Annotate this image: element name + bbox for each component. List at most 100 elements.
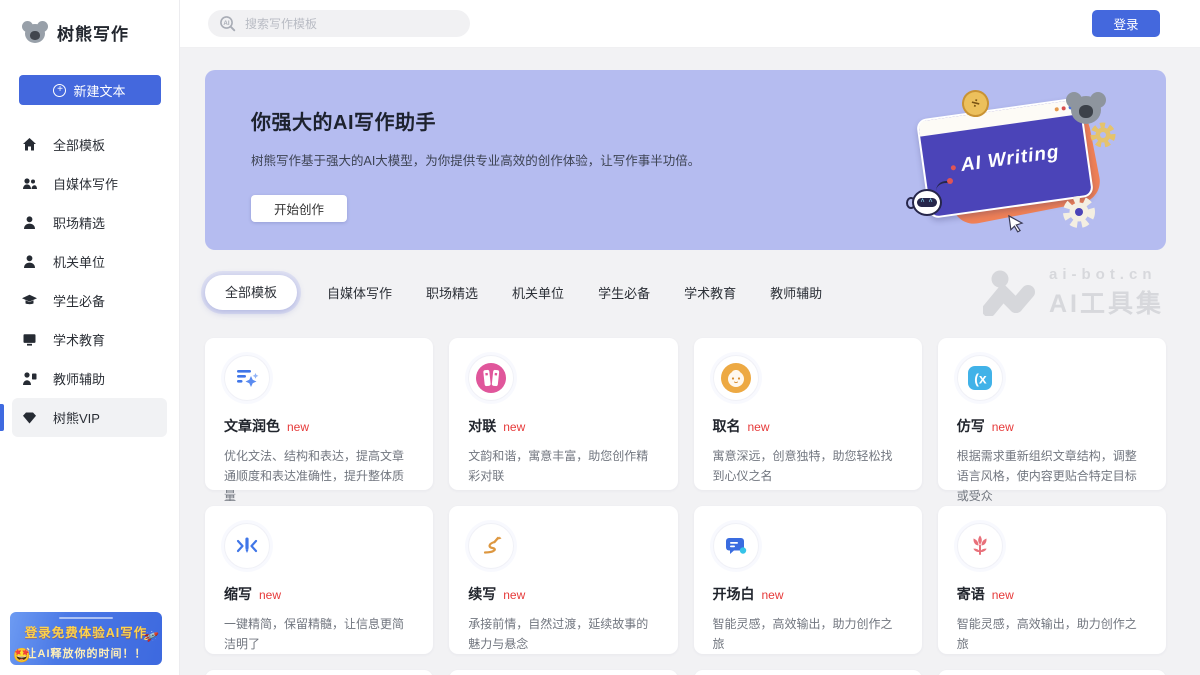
search-input[interactable] [245, 17, 445, 31]
plus-circle-icon: + [53, 84, 66, 97]
sidebar-item-all-templates[interactable]: 全部模板 [12, 125, 167, 164]
opening-icon [722, 532, 750, 560]
imitate-icon: (x [966, 364, 994, 392]
sidebar-item-label: 教师辅助 [53, 369, 105, 388]
watermark-title: AI工具集 [1049, 284, 1164, 320]
ai-magnifier-icon: AI [219, 15, 236, 32]
monitor-icon [22, 332, 37, 347]
new-badge: new [259, 588, 281, 602]
hero-banner: 你强大的AI写作助手 树熊写作基于强大的AI大模型，为你提供专业高效的创作体验，… [205, 70, 1166, 250]
sidebar-item-self-media[interactable]: 自媒体写作 [12, 164, 167, 203]
teacher-icon [22, 371, 37, 386]
card-description: 承接前情，自然过渡，延续故事的魅力与悬念 [468, 615, 658, 655]
users-icon [22, 176, 37, 191]
sidebar-item-label: 全部模板 [53, 135, 105, 154]
sidebar-item-label: 机关单位 [53, 252, 105, 271]
card-title: 缩写 [224, 584, 252, 604]
graduation-cap-icon [22, 293, 37, 308]
tab-teacher[interactable]: 教师辅助 [766, 283, 826, 302]
tab-workplace[interactable]: 职场精选 [422, 283, 482, 302]
new-badge: new [503, 420, 525, 434]
robot-icon: ˄ ˄ [908, 185, 944, 219]
main-area: AI 登录 你强大的AI写作助手 树熊写作基于强大的AI大模型，为你提供专业高效… [180, 0, 1200, 675]
sidebar-menu: 全部模板 自媒体写作 职场精选 机关单位 学生必备 学术教育 教师辅助 树熊V [0, 125, 179, 437]
tab-government[interactable]: 机关单位 [508, 283, 568, 302]
polish-icon [234, 365, 260, 391]
sidebar: 树熊写作 + 新建文本 全部模板 自媒体写作 职场精选 机关单位 学生必备 学术… [0, 0, 180, 675]
card-title: 对联 [468, 416, 496, 436]
sidebar-item-teacher[interactable]: 教师辅助 [12, 359, 167, 398]
tab-student[interactable]: 学生必备 [594, 283, 654, 302]
tab-self-media[interactable]: 自媒体写作 [323, 283, 396, 302]
person-icon [22, 215, 37, 230]
card-partial[interactable] [449, 670, 677, 675]
new-badge: new [992, 588, 1014, 602]
sidebar-item-workplace[interactable]: 职场精选 [12, 203, 167, 242]
card-title: 仿写 [957, 416, 985, 436]
login-button[interactable]: 登录 [1092, 10, 1160, 37]
sidebar-item-label: 学生必备 [53, 291, 105, 310]
card-description: 根据需求重新组织文章结构，调整语言风格，使内容更贴合特定目标或受众 [957, 447, 1147, 506]
card-imitate[interactable]: (x 仿写 new 根据需求重新组织文章结构，调整语言风格，使内容更贴合特定目标… [938, 338, 1166, 490]
gem-icon [22, 410, 37, 425]
koala-logo-icon [22, 21, 48, 45]
star-struck-emoji-icon: 🤩 [13, 647, 30, 664]
template-cards-grid: 文章润色 new 优化文法、结构和表达，提高文章通顺度和表达准确性，提升整体质量… [205, 338, 1166, 675]
content: 你强大的AI写作助手 树熊写作基于强大的AI大模型，为你提供专业高效的创作体验，… [180, 48, 1200, 675]
card-title: 文章润色 [224, 416, 280, 436]
sidebar-item-vip[interactable]: 树熊VIP [12, 398, 167, 437]
gear-icon [1058, 191, 1100, 233]
card-description: 文韵和谐，寓意丰富，助您创作精彩对联 [468, 447, 658, 487]
new-badge: new [762, 588, 784, 602]
tab-all-templates[interactable]: 全部模板 [205, 275, 297, 310]
tab-academic[interactable]: 学术教育 [680, 283, 740, 302]
sidebar-item-government[interactable]: 机关单位 [12, 242, 167, 281]
card-partial[interactable] [694, 670, 922, 675]
watermark: ai-bot.cn AI工具集 [983, 266, 1164, 320]
hero-illustration: AI Writing ÷ ˄ ˄ [914, 90, 1124, 235]
start-creating-button[interactable]: 开始创作 [251, 195, 347, 222]
card-opening[interactable]: 开场白 new 智能灵感，高效输出，助力创作之旅 [694, 506, 922, 654]
sidebar-item-student[interactable]: 学生必备 [12, 281, 167, 320]
card-title: 续写 [468, 584, 496, 604]
card-naming[interactable]: 取名 new 寓意深远，创意独特，助您轻松找到心仪之名 [694, 338, 922, 490]
sidebar-item-academic[interactable]: 学术教育 [12, 320, 167, 359]
card-couplet[interactable]: 对联 new 文韵和谐，寓意丰富，助您创作精彩对联 [449, 338, 677, 490]
card-abbreviate[interactable]: 缩写 new 一键精简，保留精髓，让信息更简洁明了 [205, 506, 433, 654]
card-title: 取名 [713, 416, 741, 436]
card-message[interactable]: 寄语 new 智能灵感，高效输出，助力创作之旅 [938, 506, 1166, 654]
topbar: AI 登录 [180, 0, 1200, 48]
new-badge: new [748, 420, 770, 434]
new-document-label: 新建文本 [73, 81, 125, 100]
promo-line2: 让AI释放你的时间！！ [10, 645, 162, 661]
continue-icon [478, 533, 504, 559]
card-partial[interactable] [938, 670, 1166, 675]
svg-text:AI: AI [223, 20, 229, 27]
watermark-domain: ai-bot.cn [1049, 266, 1164, 283]
new-badge: new [992, 420, 1014, 434]
new-badge: new [503, 588, 525, 602]
card-description: 一键精简，保留精髓，让信息更简洁明了 [224, 615, 414, 655]
card-title: 寄语 [957, 584, 985, 604]
login-promo-banner[interactable]: 登录免费体验AI写作 让AI释放你的时间！！ 🤩 🚀 [10, 612, 162, 665]
abbreviate-icon [234, 533, 260, 559]
ai-bot-logo-icon [983, 270, 1039, 316]
naming-icon [720, 362, 752, 394]
message-icon [966, 532, 994, 560]
card-partial[interactable] [205, 670, 433, 675]
person-icon [22, 254, 37, 269]
hero-illustration-text: AI Writing [959, 141, 1060, 177]
card-description: 寓意深远，创意独特，助您轻松找到心仪之名 [713, 447, 903, 487]
sidebar-item-label: 自媒体写作 [53, 174, 118, 193]
sidebar-item-label: 学术教育 [53, 330, 105, 349]
card-article-polish[interactable]: 文章润色 new 优化文法、结构和表达，提高文章通顺度和表达准确性，提升整体质量 [205, 338, 433, 490]
new-document-button[interactable]: + 新建文本 [19, 75, 161, 105]
card-continue-writing[interactable]: 续写 new 承接前情，自然过渡，延续故事的魅力与悬念 [449, 506, 677, 654]
template-tabs: 全部模板 自媒体写作 职场精选 机关单位 学生必备 学术教育 教师辅助 ai-b… [205, 274, 1166, 310]
red-dot-icon [951, 164, 957, 170]
search-bar[interactable]: AI [208, 10, 470, 37]
card-description: 优化文法、结构和表达，提高文章通顺度和表达准确性，提升整体质量 [224, 447, 414, 506]
koala-illustration-icon [1066, 92, 1106, 128]
sidebar-item-label: 树熊VIP [53, 408, 100, 427]
app-title: 树熊写作 [57, 20, 129, 45]
